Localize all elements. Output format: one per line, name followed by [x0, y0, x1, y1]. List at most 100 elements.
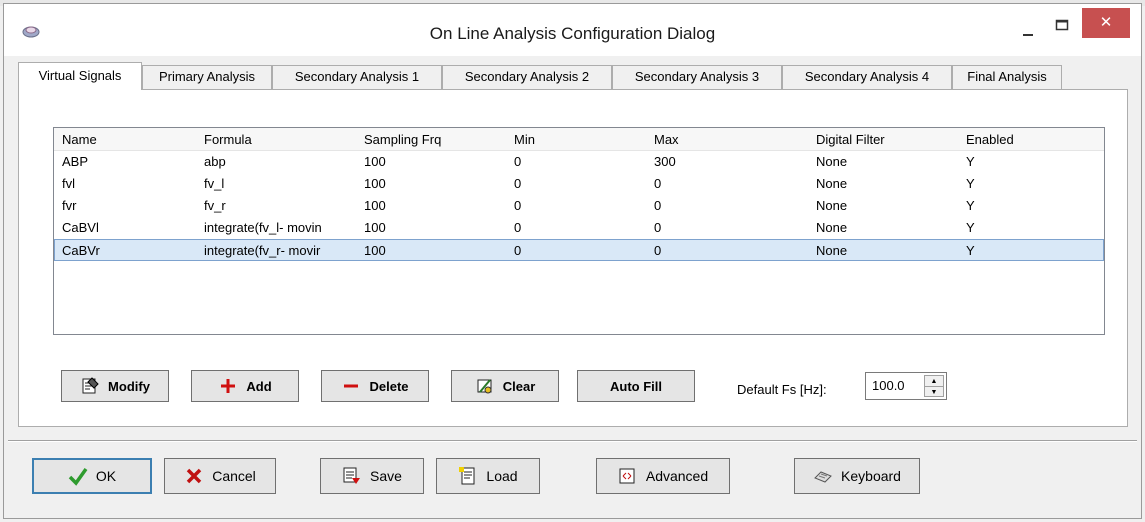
close-icon: ✕: [1099, 14, 1113, 31]
default-fs-label: Default Fs [Hz]:: [737, 382, 827, 397]
cell-sampling-frq: 100: [364, 243, 386, 258]
load-icon: [459, 467, 475, 485]
maximize-icon: [1055, 19, 1069, 31]
virtual-signals-panel: Name Formula Sampling Frq Min Max Digita…: [18, 89, 1128, 427]
cell-name: CaBVl: [62, 220, 99, 235]
eraser-icon: [477, 379, 492, 394]
check-icon: [68, 467, 88, 486]
minimize-button[interactable]: [1011, 10, 1045, 42]
cell-formula: abp: [204, 154, 226, 169]
advanced-label: Advanced: [645, 468, 709, 484]
dialog-window: On Line Analysis Configuration Dialog ✕ …: [3, 3, 1142, 519]
load-label: Load: [486, 468, 518, 484]
cell-digital-filter: None: [816, 220, 848, 235]
minimize-icon: [1023, 34, 1033, 36]
cell-formula: fv_r: [204, 198, 226, 213]
advanced-button[interactable]: Advanced: [596, 458, 730, 494]
cell-formula: integrate(fv_r- movir: [204, 243, 321, 258]
cell-max: 0: [654, 176, 662, 191]
delete-label: Delete: [369, 378, 409, 394]
modify-button[interactable]: Modify: [61, 370, 169, 402]
list-header: Name Formula Sampling Frq Min Max Digita…: [54, 128, 1104, 151]
auto-fill-button[interactable]: Auto Fill: [577, 370, 695, 402]
auto-fill-label: Auto Fill: [610, 378, 662, 394]
spinner-arrows[interactable]: ▲ ▼: [924, 375, 944, 397]
window-title: On Line Analysis Configuration Dialog: [429, 24, 716, 43]
keyboard-button[interactable]: Keyboard: [794, 458, 920, 494]
default-fs-value[interactable]: 100.0: [872, 378, 905, 393]
tab-bar: Virtual Signals Primary Analysis Seconda…: [18, 62, 1128, 90]
cell-name: fvr: [62, 198, 77, 213]
load-button[interactable]: Load: [436, 458, 540, 494]
table-row[interactable]: CaBVl integrate(fv_l- movin 100 0 0 None…: [54, 217, 1104, 239]
cell-name: ABP: [62, 154, 89, 169]
cell-max: 0: [654, 198, 662, 213]
cell-digital-filter: None: [816, 198, 848, 213]
cell-sampling-frq: 100: [364, 198, 386, 213]
title-bar: On Line Analysis Configuration Dialog ✕: [4, 4, 1141, 56]
table-row[interactable]: ABP abp 100 0 300 None Y: [54, 151, 1104, 173]
column-header-min[interactable]: Min: [514, 128, 535, 151]
cell-enabled: Y: [966, 243, 975, 258]
cell-sampling-frq: 100: [364, 176, 386, 191]
clear-label: Clear: [502, 378, 536, 394]
save-icon: [343, 467, 361, 484]
default-fs-spinner[interactable]: 100.0 ▲ ▼: [865, 372, 947, 400]
maximize-button[interactable]: [1045, 10, 1079, 42]
table-row[interactable]: fvl fv_l 100 0 0 None Y: [54, 173, 1104, 195]
cell-enabled: Y: [966, 198, 975, 213]
column-header-enabled[interactable]: Enabled: [966, 128, 1014, 151]
signals-list[interactable]: Name Formula Sampling Frq Min Max Digita…: [53, 127, 1105, 335]
table-row[interactable]: fvr fv_r 100 0 0 None Y: [54, 195, 1104, 217]
cell-min: 0: [514, 243, 522, 258]
cell-enabled: Y: [966, 176, 975, 191]
spin-up-icon[interactable]: ▲: [925, 376, 943, 387]
delete-button[interactable]: Delete: [321, 370, 429, 402]
cancel-label: Cancel: [212, 468, 256, 484]
add-button[interactable]: Add: [191, 370, 299, 402]
advanced-icon: [619, 468, 635, 484]
footer-bar: OK Cancel Save Load Advanced Keyboard: [4, 444, 1141, 518]
cell-enabled: Y: [966, 154, 975, 169]
tab-secondary-analysis-4[interactable]: Secondary Analysis 4: [782, 65, 952, 89]
separator: [8, 440, 1137, 442]
cell-formula: integrate(fv_l- movin: [204, 220, 322, 235]
cell-max: 0: [654, 220, 662, 235]
plus-icon: [221, 379, 236, 393]
spin-down-icon[interactable]: ▼: [925, 387, 943, 398]
column-header-formula[interactable]: Formula: [204, 128, 252, 151]
cell-digital-filter: None: [816, 243, 848, 258]
column-header-max[interactable]: Max: [654, 128, 679, 151]
cell-min: 0: [514, 154, 522, 169]
tab-secondary-analysis-2[interactable]: Secondary Analysis 2: [442, 65, 612, 89]
tab-final-analysis[interactable]: Final Analysis: [952, 65, 1062, 89]
modify-label: Modify: [108, 378, 150, 394]
ok-label: OK: [95, 468, 117, 484]
cell-min: 0: [514, 220, 522, 235]
column-header-name[interactable]: Name: [62, 128, 97, 151]
tab-primary-analysis[interactable]: Primary Analysis: [142, 65, 272, 89]
tab-secondary-analysis-1[interactable]: Secondary Analysis 1: [272, 65, 442, 89]
close-button[interactable]: ✕: [1082, 8, 1130, 38]
cell-formula: fv_l: [204, 176, 225, 191]
ok-button[interactable]: OK: [32, 458, 152, 494]
column-header-sampling-frq[interactable]: Sampling Frq: [364, 128, 441, 151]
table-row-selected[interactable]: CaBVr integrate(fv_r- movir 100 0 0 None…: [54, 239, 1104, 261]
cell-max: 0: [654, 243, 662, 258]
save-label: Save: [370, 468, 402, 484]
cell-max: 300: [654, 154, 676, 169]
keyboard-label: Keyboard: [841, 468, 901, 484]
cell-min: 0: [514, 198, 522, 213]
column-header-digital-filter[interactable]: Digital Filter: [816, 128, 885, 151]
cell-digital-filter: None: [816, 154, 848, 169]
tab-secondary-analysis-3[interactable]: Secondary Analysis 3: [612, 65, 782, 89]
clear-button[interactable]: Clear: [451, 370, 559, 402]
cell-name: fvl: [62, 176, 75, 191]
modify-icon: [82, 377, 99, 394]
cell-digital-filter: None: [816, 176, 848, 191]
minus-icon: [344, 384, 359, 388]
tab-virtual-signals[interactable]: Virtual Signals: [18, 62, 142, 90]
cell-sampling-frq: 100: [364, 220, 386, 235]
cancel-button[interactable]: Cancel: [164, 458, 276, 494]
save-button[interactable]: Save: [320, 458, 424, 494]
